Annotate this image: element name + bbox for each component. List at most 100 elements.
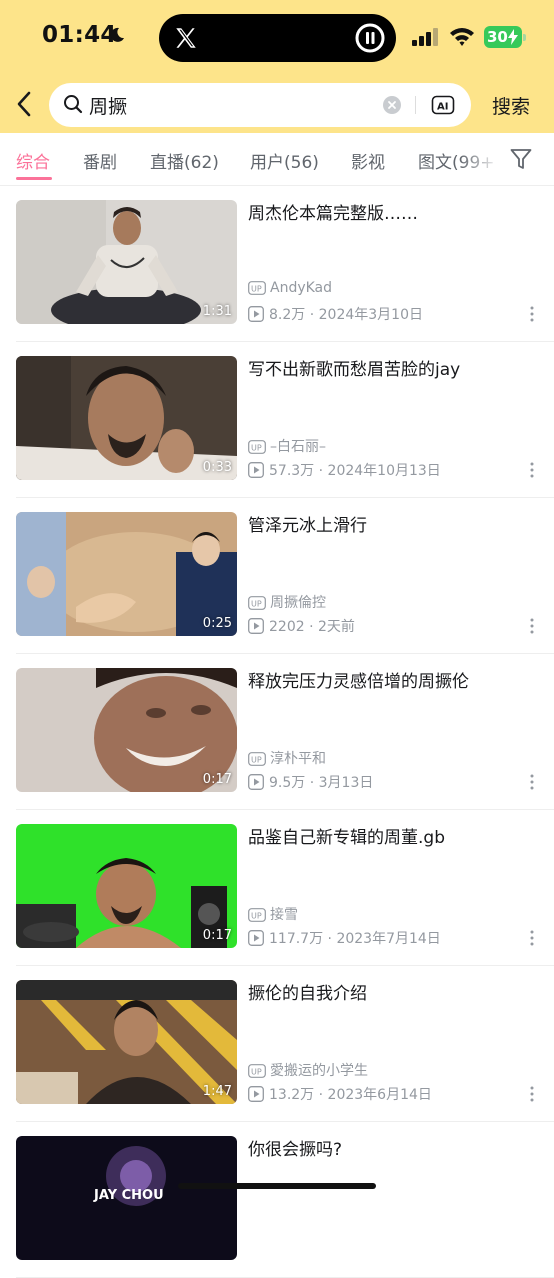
video-thumbnail[interactable]: 0:17: [16, 668, 237, 792]
search-divider: [415, 96, 416, 114]
tab-live[interactable]: 直播(62): [150, 148, 219, 173]
battery-level: 30: [487, 28, 508, 46]
video-title[interactable]: 周杰伦本篇完整版……: [248, 202, 528, 226]
meta-separator: ·: [323, 931, 337, 947]
active-tab-indicator: [16, 177, 52, 180]
video-item[interactable]: 0:25 管泽元冰上滑行 UP 周撅倫控 2202 · 2天前: [0, 498, 554, 654]
pause-icon[interactable]: [354, 22, 386, 54]
video-title[interactable]: 品鉴自己新专辑的周董.gb: [248, 826, 528, 850]
more-options-icon[interactable]: [529, 930, 535, 946]
publish-date: 2024年3月10日: [318, 307, 423, 323]
status-bar: 01:44 30: [0, 0, 554, 78]
tab-film[interactable]: 影视: [351, 148, 385, 173]
uploader-name: –白石丽–: [270, 439, 326, 455]
svg-text:UP: UP: [251, 756, 262, 765]
video-item[interactable]: 0:17 品鉴自己新专辑的周董.gb UP 接雪 117.7万 · 2023年7月…: [0, 810, 554, 966]
video-item[interactable]: 1:47 撅伦的自我介绍 UP 愛搬运的小学生 13.2万 · 2023年6月14…: [0, 966, 554, 1122]
play-count-icon: [248, 618, 264, 634]
view-count: 117.7万: [269, 931, 324, 947]
cellular-signal-icon: [412, 28, 438, 46]
video-duration: 1:47: [202, 1084, 232, 1099]
video-thumbnail[interactable]: 0:33: [16, 356, 237, 480]
more-options-icon[interactable]: [529, 306, 535, 322]
video-thumbnail[interactable]: 0:25: [16, 512, 237, 636]
publish-date: 2023年6月14日: [327, 1087, 432, 1103]
video-uploader[interactable]: UP –白石丽–: [248, 436, 326, 456]
video-title[interactable]: 撅伦的自我介绍: [248, 982, 528, 1006]
video-uploader[interactable]: UP AndyKad: [248, 280, 332, 296]
clear-icon[interactable]: [383, 96, 401, 114]
video-thumbnail[interactable]: 1:47: [16, 980, 237, 1104]
more-options-icon[interactable]: [529, 774, 535, 790]
search-input[interactable]: 周撅: [89, 92, 127, 119]
wifi-icon: [450, 28, 474, 46]
search-icon: [64, 95, 83, 114]
uploader-name: AndyKad: [270, 280, 333, 296]
video-title[interactable]: 管泽元冰上滑行: [248, 514, 528, 538]
tab-bar: 综合 番剧 直播(62) 用户(56) 影视 图文(99+: [0, 133, 554, 186]
video-title[interactable]: 你很会撅吗?: [248, 1138, 528, 1162]
video-item[interactable]: 0:17 释放完压力灵感倍增的周撅伦 UP 淳朴平和 9.5万 · 3月13日: [0, 654, 554, 810]
video-meta: 2202 · 2天前: [248, 616, 355, 636]
video-item[interactable]: 1:31 周杰伦本篇完整版…… UP AndyKad 8.2万 · 2024年3月…: [0, 186, 554, 342]
video-thumbnail[interactable]: 1:31: [16, 200, 237, 324]
up-badge-icon: UP: [248, 596, 266, 610]
video-item[interactable]: JAY CHOU 你很会撅吗?: [0, 1122, 554, 1278]
dynamic-island[interactable]: [159, 14, 396, 62]
view-count: 13.2万: [269, 1087, 315, 1103]
video-uploader[interactable]: UP 淳朴平和: [248, 748, 326, 768]
tab-users[interactable]: 用户(56): [250, 148, 319, 173]
play-count-icon: [248, 930, 264, 946]
video-duration: 0:17: [202, 772, 232, 787]
search-button[interactable]: 搜索: [492, 92, 530, 119]
charging-bolt-icon: [508, 29, 518, 45]
publish-date: 2024年10月13日: [327, 463, 441, 479]
svg-text:UP: UP: [251, 444, 262, 453]
video-uploader[interactable]: UP 愛搬运的小学生: [248, 1060, 368, 1080]
uploader-name: 淳朴平和: [270, 751, 326, 767]
search-header: 周撅 AI 搜索: [0, 78, 554, 133]
play-count-icon: [248, 1086, 264, 1102]
video-thumbnail[interactable]: JAY CHOU: [16, 1136, 237, 1260]
video-thumbnail[interactable]: 0:17: [16, 824, 237, 948]
video-uploader[interactable]: UP 周撅倫控: [248, 592, 326, 612]
up-badge-icon: UP: [248, 440, 266, 454]
moon-icon: [110, 27, 124, 42]
video-meta: 117.7万 · 2023年7月14日: [248, 928, 441, 948]
publish-date: 2天前: [318, 619, 355, 635]
more-options-icon[interactable]: [529, 618, 535, 634]
up-badge-icon: UP: [248, 908, 266, 922]
view-count: 57.3万: [269, 463, 315, 479]
play-count-icon: [248, 774, 264, 790]
video-duration: 1:31: [202, 304, 232, 319]
svg-text:UP: UP: [251, 600, 262, 609]
video-title[interactable]: 写不出新歌而愁眉苦脸的jay: [248, 358, 528, 382]
uploader-name: 接雪: [270, 907, 298, 923]
tab-all[interactable]: 综合: [16, 148, 50, 173]
filter-icon[interactable]: [510, 147, 532, 171]
svg-text:UP: UP: [251, 912, 262, 921]
view-count: 9.5万: [269, 775, 306, 791]
thumbnail-caption: JAY CHOU: [93, 1188, 164, 1203]
video-item[interactable]: 0:33 写不出新歌而愁眉苦脸的jay UP –白石丽– 57.3万 · 2024…: [0, 342, 554, 498]
x-logo-icon: [176, 28, 196, 48]
ai-search-icon[interactable]: AI: [431, 94, 455, 116]
battery-indicator: 30: [484, 26, 526, 48]
video-duration: 0:17: [202, 928, 232, 943]
video-title[interactable]: 释放完压力灵感倍增的周撅伦: [248, 670, 528, 694]
uploader-name: 周撅倫控: [270, 595, 326, 611]
tab-anime[interactable]: 番剧: [83, 148, 117, 173]
search-box[interactable]: 周撅 AI: [49, 83, 471, 127]
view-count: 2202: [269, 619, 305, 635]
more-options-icon[interactable]: [529, 1086, 535, 1102]
svg-text:AI: AI: [437, 102, 448, 113]
more-options-icon[interactable]: [529, 462, 535, 478]
view-count: 8.2万: [269, 307, 306, 323]
video-uploader[interactable]: UP 接雪: [248, 904, 298, 924]
svg-text:UP: UP: [251, 285, 262, 294]
home-indicator: [178, 1183, 376, 1189]
meta-separator: ·: [314, 463, 328, 479]
back-arrow-icon[interactable]: [14, 90, 36, 118]
video-duration: 0:25: [202, 616, 232, 631]
up-badge-icon: UP: [248, 1064, 266, 1078]
